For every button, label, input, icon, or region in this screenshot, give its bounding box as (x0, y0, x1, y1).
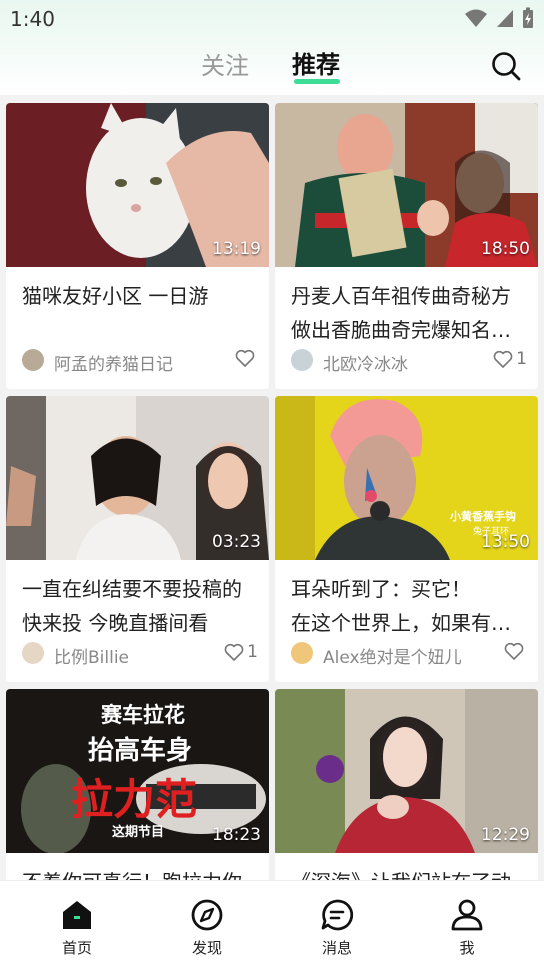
video-duration: 18:50 (481, 239, 530, 259)
video-duration: 12:29 (481, 825, 530, 845)
video-meta: 北欧冷冰冰 1 (291, 349, 527, 375)
video-meta: Alex绝对是个妞儿 (291, 642, 527, 668)
video-feed[interactable]: 13:19 猫咪友好小区 一日游 阿孟的养猫日记 18:50 丹麦人百年祖传曲奇… (0, 95, 544, 880)
nav-label: 发现 (191, 939, 222, 957)
avatar[interactable] (22, 642, 44, 664)
message-icon (321, 899, 354, 931)
status-bar: 1:40 (0, 0, 544, 36)
avatar[interactable] (22, 349, 44, 371)
video-thumbnail[interactable]: 18:50 (275, 103, 538, 267)
thumbnail-caption: 赛车拉花 (100, 703, 185, 727)
video-duration: 13:19 (212, 239, 261, 259)
video-duration: 03:23 (212, 532, 261, 552)
video-thumbnail[interactable]: 赛车拉花 抬高车身 拉力范 这期节目 18:23 (6, 689, 269, 853)
nav-profile[interactable]: 我 (427, 899, 507, 958)
video-card[interactable]: 12:29 《深海》让我们站在了动 (275, 689, 538, 880)
video-title[interactable]: 《深海》让我们站在了动 (291, 865, 527, 880)
author-name[interactable]: 阿孟的养猫日记 (54, 350, 173, 375)
video-thumbnail[interactable]: 12:29 (275, 689, 538, 853)
video-title[interactable]: 不着你可真行！跑拉力你 (22, 865, 258, 880)
wifi-icon (465, 9, 487, 27)
video-title[interactable]: 猫咪友好小区 一日游 (22, 279, 258, 347)
search-icon[interactable] (490, 50, 522, 82)
home-icon (63, 901, 91, 929)
video-duration: 13:50 (481, 532, 530, 552)
battery-icon (523, 7, 533, 28)
nav-messages[interactable]: 消息 (297, 899, 377, 958)
like-count: 1 (516, 349, 527, 369)
author-name[interactable]: Alex绝对是个妞儿 (323, 643, 462, 668)
thumbnail-caption: 拉力范 (71, 775, 197, 824)
video-thumbnail[interactable]: 小黄香蕉手钩 兔子耳环 13:50 (275, 396, 538, 560)
heart-icon (504, 642, 524, 660)
author-name[interactable]: 比例Billie (54, 643, 129, 668)
video-card[interactable]: 小黄香蕉手钩 兔子耳环 13:50 耳朵听到了：买它！ 在这个世界上，如果有… … (275, 396, 538, 682)
like-button[interactable] (504, 642, 527, 660)
like-button[interactable]: 1 (493, 349, 527, 369)
thumbnail-caption: 抬高车身 (88, 735, 192, 766)
bottom-navigation: 首页 发现 消息 我 (0, 880, 544, 969)
status-time: 1:40 (10, 7, 55, 31)
status-icons (464, 7, 534, 29)
signal-icon (497, 10, 513, 27)
nav-label: 我 (459, 939, 475, 957)
video-thumbnail[interactable]: 13:19 (6, 103, 269, 267)
avatar[interactable] (291, 349, 313, 371)
video-title[interactable]: 耳朵听到了：买它！ 在这个世界上，如果有… (291, 572, 527, 640)
thumbnail-caption: 小黄香蕉手钩 (449, 509, 516, 523)
heart-icon (224, 643, 244, 661)
nav-home[interactable]: 首页 (37, 899, 117, 958)
like-button[interactable] (235, 349, 258, 367)
video-thumbnail[interactable]: 03:23 (6, 396, 269, 560)
video-meta: 比例Billie 1 (22, 642, 258, 668)
video-card[interactable]: 03:23 一直在纠结要不要投稿的 快来投 今晚直播间看 比例Billie 1 (6, 396, 269, 682)
video-card[interactable]: 18:50 丹麦人百年祖传曲奇秘方 做出香脆曲奇完爆知名… 北欧冷冰冰 1 (275, 103, 538, 389)
like-button[interactable]: 1 (224, 642, 258, 662)
like-count: 1 (247, 642, 258, 662)
video-meta: 阿孟的养猫日记 (22, 349, 258, 375)
video-duration: 18:23 (212, 825, 261, 845)
video-card[interactable]: 13:19 猫咪友好小区 一日游 阿孟的养猫日记 (6, 103, 269, 389)
video-title[interactable]: 丹麦人百年祖传曲奇秘方 做出香脆曲奇完爆知名… (291, 279, 527, 347)
heart-icon (235, 349, 255, 367)
compass-icon (191, 899, 223, 931)
feed-tabs: 关注 推荐 (0, 44, 544, 88)
video-title[interactable]: 一直在纠结要不要投稿的 快来投 今晚直播间看 (22, 572, 258, 640)
active-tab-indicator (294, 79, 340, 84)
thumbnail-caption: 这期节目 (112, 824, 164, 840)
avatar[interactable] (291, 642, 313, 664)
top-bar: 1:40 关注 推荐 (0, 0, 544, 95)
tab-follow[interactable]: 关注 (201, 46, 249, 81)
profile-icon (451, 899, 483, 931)
author-name[interactable]: 北欧冷冰冰 (323, 350, 408, 375)
nav-label: 首页 (61, 939, 92, 957)
heart-icon (493, 350, 513, 368)
video-card[interactable]: 赛车拉花 抬高车身 拉力范 这期节目 18:23 不着你可真行！跑拉力你 (6, 689, 269, 880)
nav-discover[interactable]: 发现 (167, 899, 247, 958)
tab-recommended[interactable]: 推荐 (292, 45, 340, 80)
nav-label: 消息 (321, 939, 352, 957)
